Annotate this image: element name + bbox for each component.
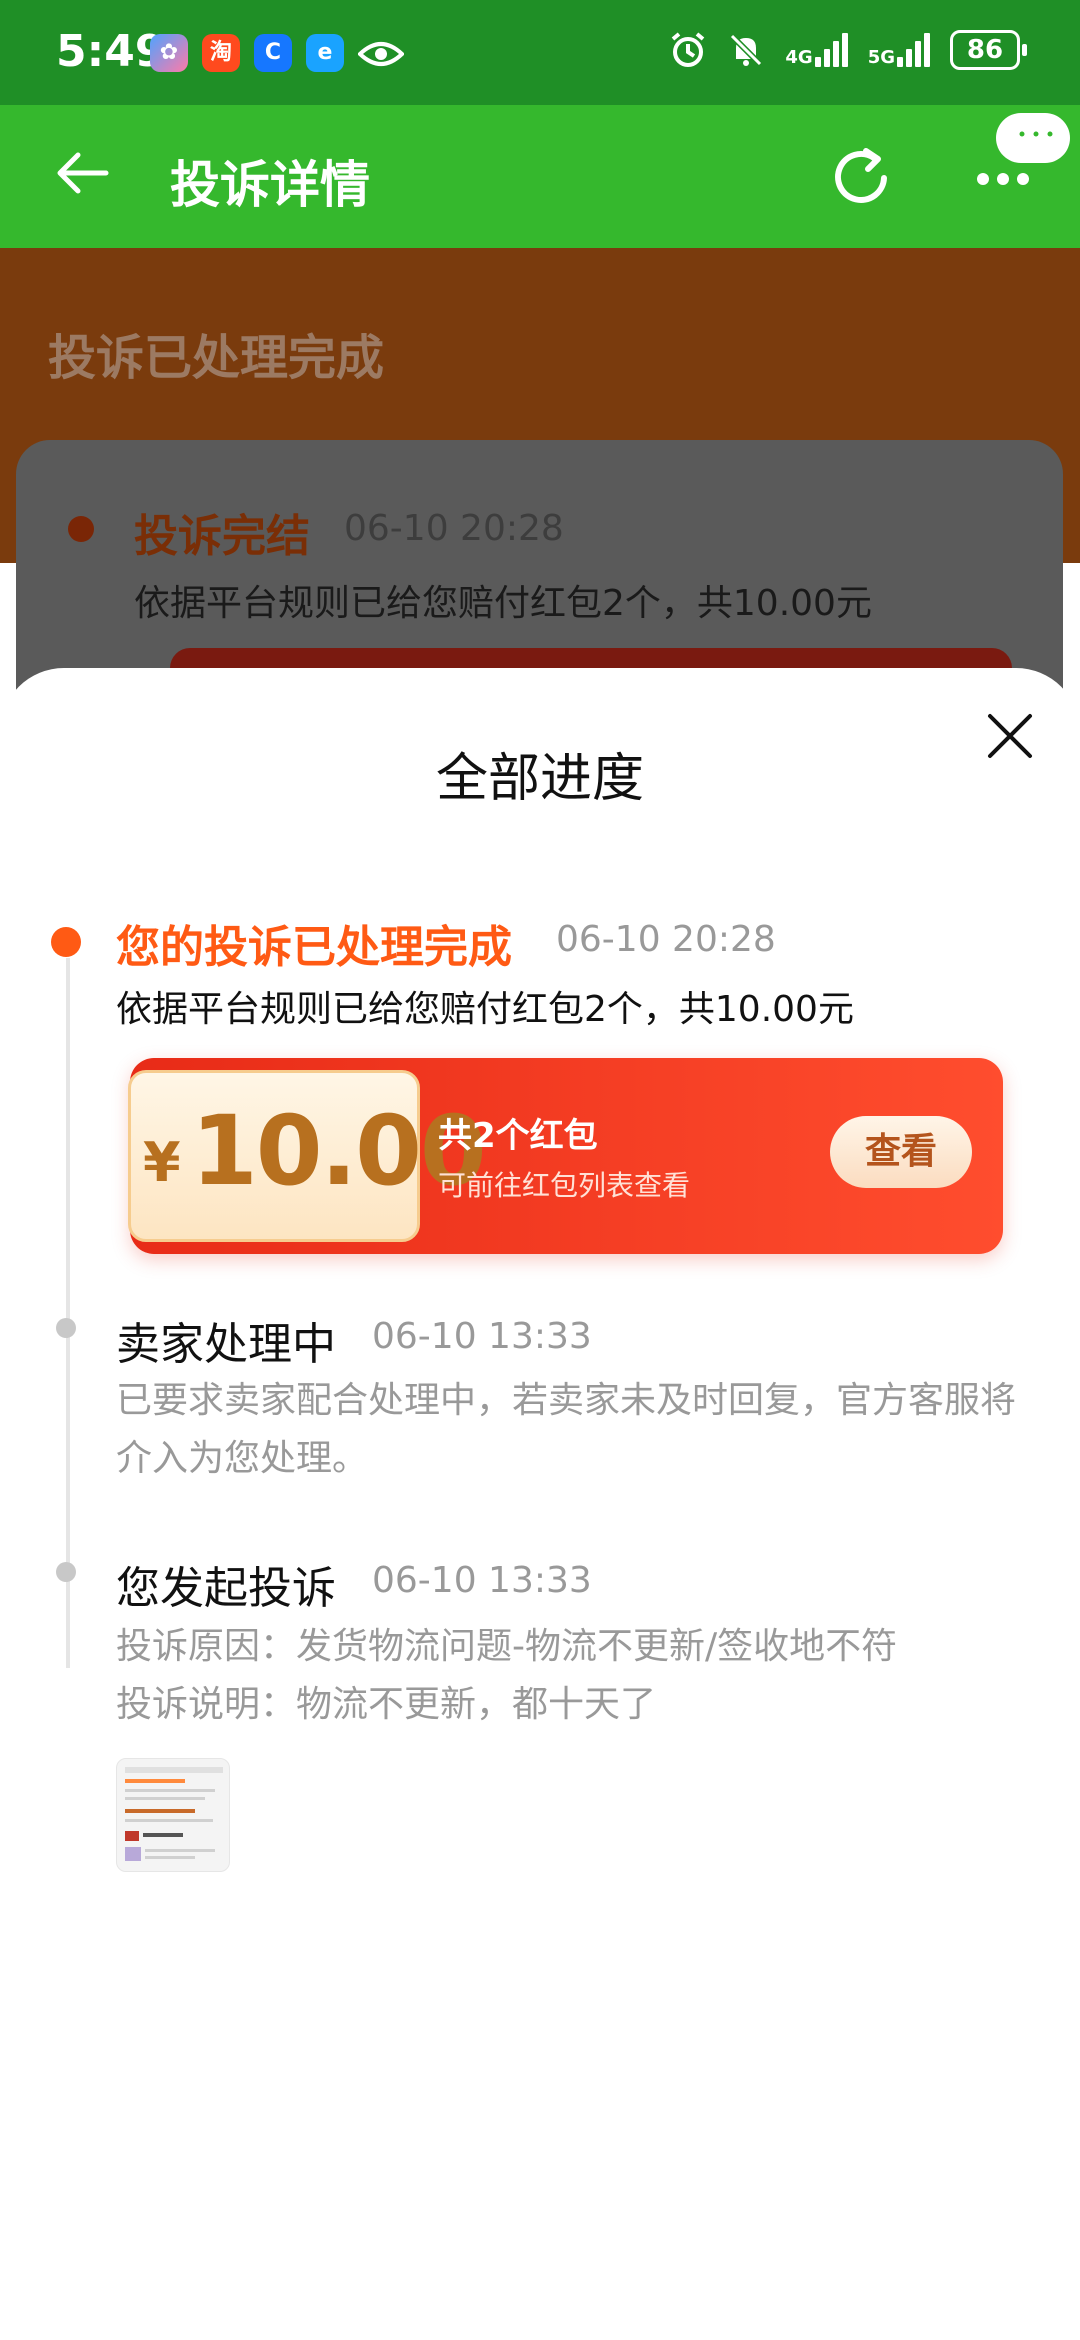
background-item-title: 投诉完结 <box>134 511 310 562</box>
notification-app-icon-1: ✿ <box>150 34 188 72</box>
step-title: 您发起投诉 <box>116 1563 336 1614</box>
status-app-icons: ✿ 淘 C e <box>150 34 404 72</box>
red-packet-card[interactable]: ¥ 10.00 共2个红包 可前往红包列表查看 查看 <box>128 1058 1003 1254</box>
coupon-count: 共2个红包 <box>438 1116 598 1156</box>
status-right-icons: 4G 5G 86 <box>669 30 1027 70</box>
background-timeline-dot <box>68 516 94 542</box>
progress-bottom-sheet: 全部进度 您的投诉已处理完成 06-10 20:28 依据平台规则已给您赔付红包… <box>0 668 1080 2340</box>
step-time: 06-10 20:28 <box>556 919 776 960</box>
background-item-time: 06-10 20:28 <box>344 508 564 549</box>
back-arrow-icon[interactable] <box>52 143 112 203</box>
background-item-desc: 依据平台规则已给您赔付红包2个，共10.00元 <box>134 583 872 624</box>
step-title: 您的投诉已处理完成 <box>116 922 512 973</box>
sheet-title: 全部进度 <box>435 749 644 809</box>
complaint-reason: 投诉原因：发货物流问题-物流不更新/签收地不符 <box>116 1626 898 1667</box>
status-bar: 5:49 ✿ 淘 C e 4G 5G 86 <box>0 0 1080 105</box>
step-time: 06-10 13:33 <box>372 1316 592 1357</box>
signal-5g: 5G <box>868 33 930 67</box>
alarm-icon <box>672 32 705 67</box>
timeline-dot-active <box>51 927 81 957</box>
background-status-title: 投诉已处理完成 <box>48 330 385 386</box>
taobao-app-icon: 淘 <box>202 34 240 72</box>
timeline-dot <box>56 1318 76 1338</box>
app-header: 投诉详情 <box>0 105 1080 248</box>
notification-app-icon-3: C <box>254 34 292 72</box>
coupon-amount-panel: ¥ 10.00 <box>128 1070 487 1242</box>
timeline-dot <box>56 1562 76 1582</box>
signal-bars-icon <box>814 33 848 67</box>
view-button[interactable]: 查看 <box>830 1116 972 1188</box>
step-time: 06-10 13:33 <box>372 1560 592 1601</box>
complaint-explanation: 投诉说明：物流不更新，都十天了 <box>116 1684 657 1725</box>
signal-4g: 4G <box>785 33 848 67</box>
eye-icon <box>358 42 404 66</box>
screenshot-thumbnail-icon <box>125 1767 223 1861</box>
battery-indicator: 86 <box>950 30 1027 70</box>
signal-bars-icon <box>897 33 930 67</box>
currency-symbol: ¥ <box>143 1131 181 1194</box>
more-dots-icon[interactable] <box>975 161 1035 191</box>
message-bubble-dots-icon <box>1019 131 1053 137</box>
step-title: 卖家处理中 <box>116 1319 336 1370</box>
close-icon[interactable] <box>984 710 1036 762</box>
mute-bell-icon <box>730 33 763 67</box>
coupon-note: 可前往红包列表查看 <box>438 1169 691 1202</box>
step-desc: 依据平台规则已给您赔付红包2个，共10.00元 <box>116 989 854 1030</box>
page-title: 投诉详情 <box>170 156 370 214</box>
step-desc: 已要求卖家配合处理中，若卖家未及时回复，官方客服将介入为您处理。 <box>116 1380 1017 1479</box>
notification-app-icon-4: e <box>306 34 344 72</box>
refresh-icon[interactable] <box>826 143 896 213</box>
evidence-thumbnail[interactable] <box>116 1758 230 1872</box>
